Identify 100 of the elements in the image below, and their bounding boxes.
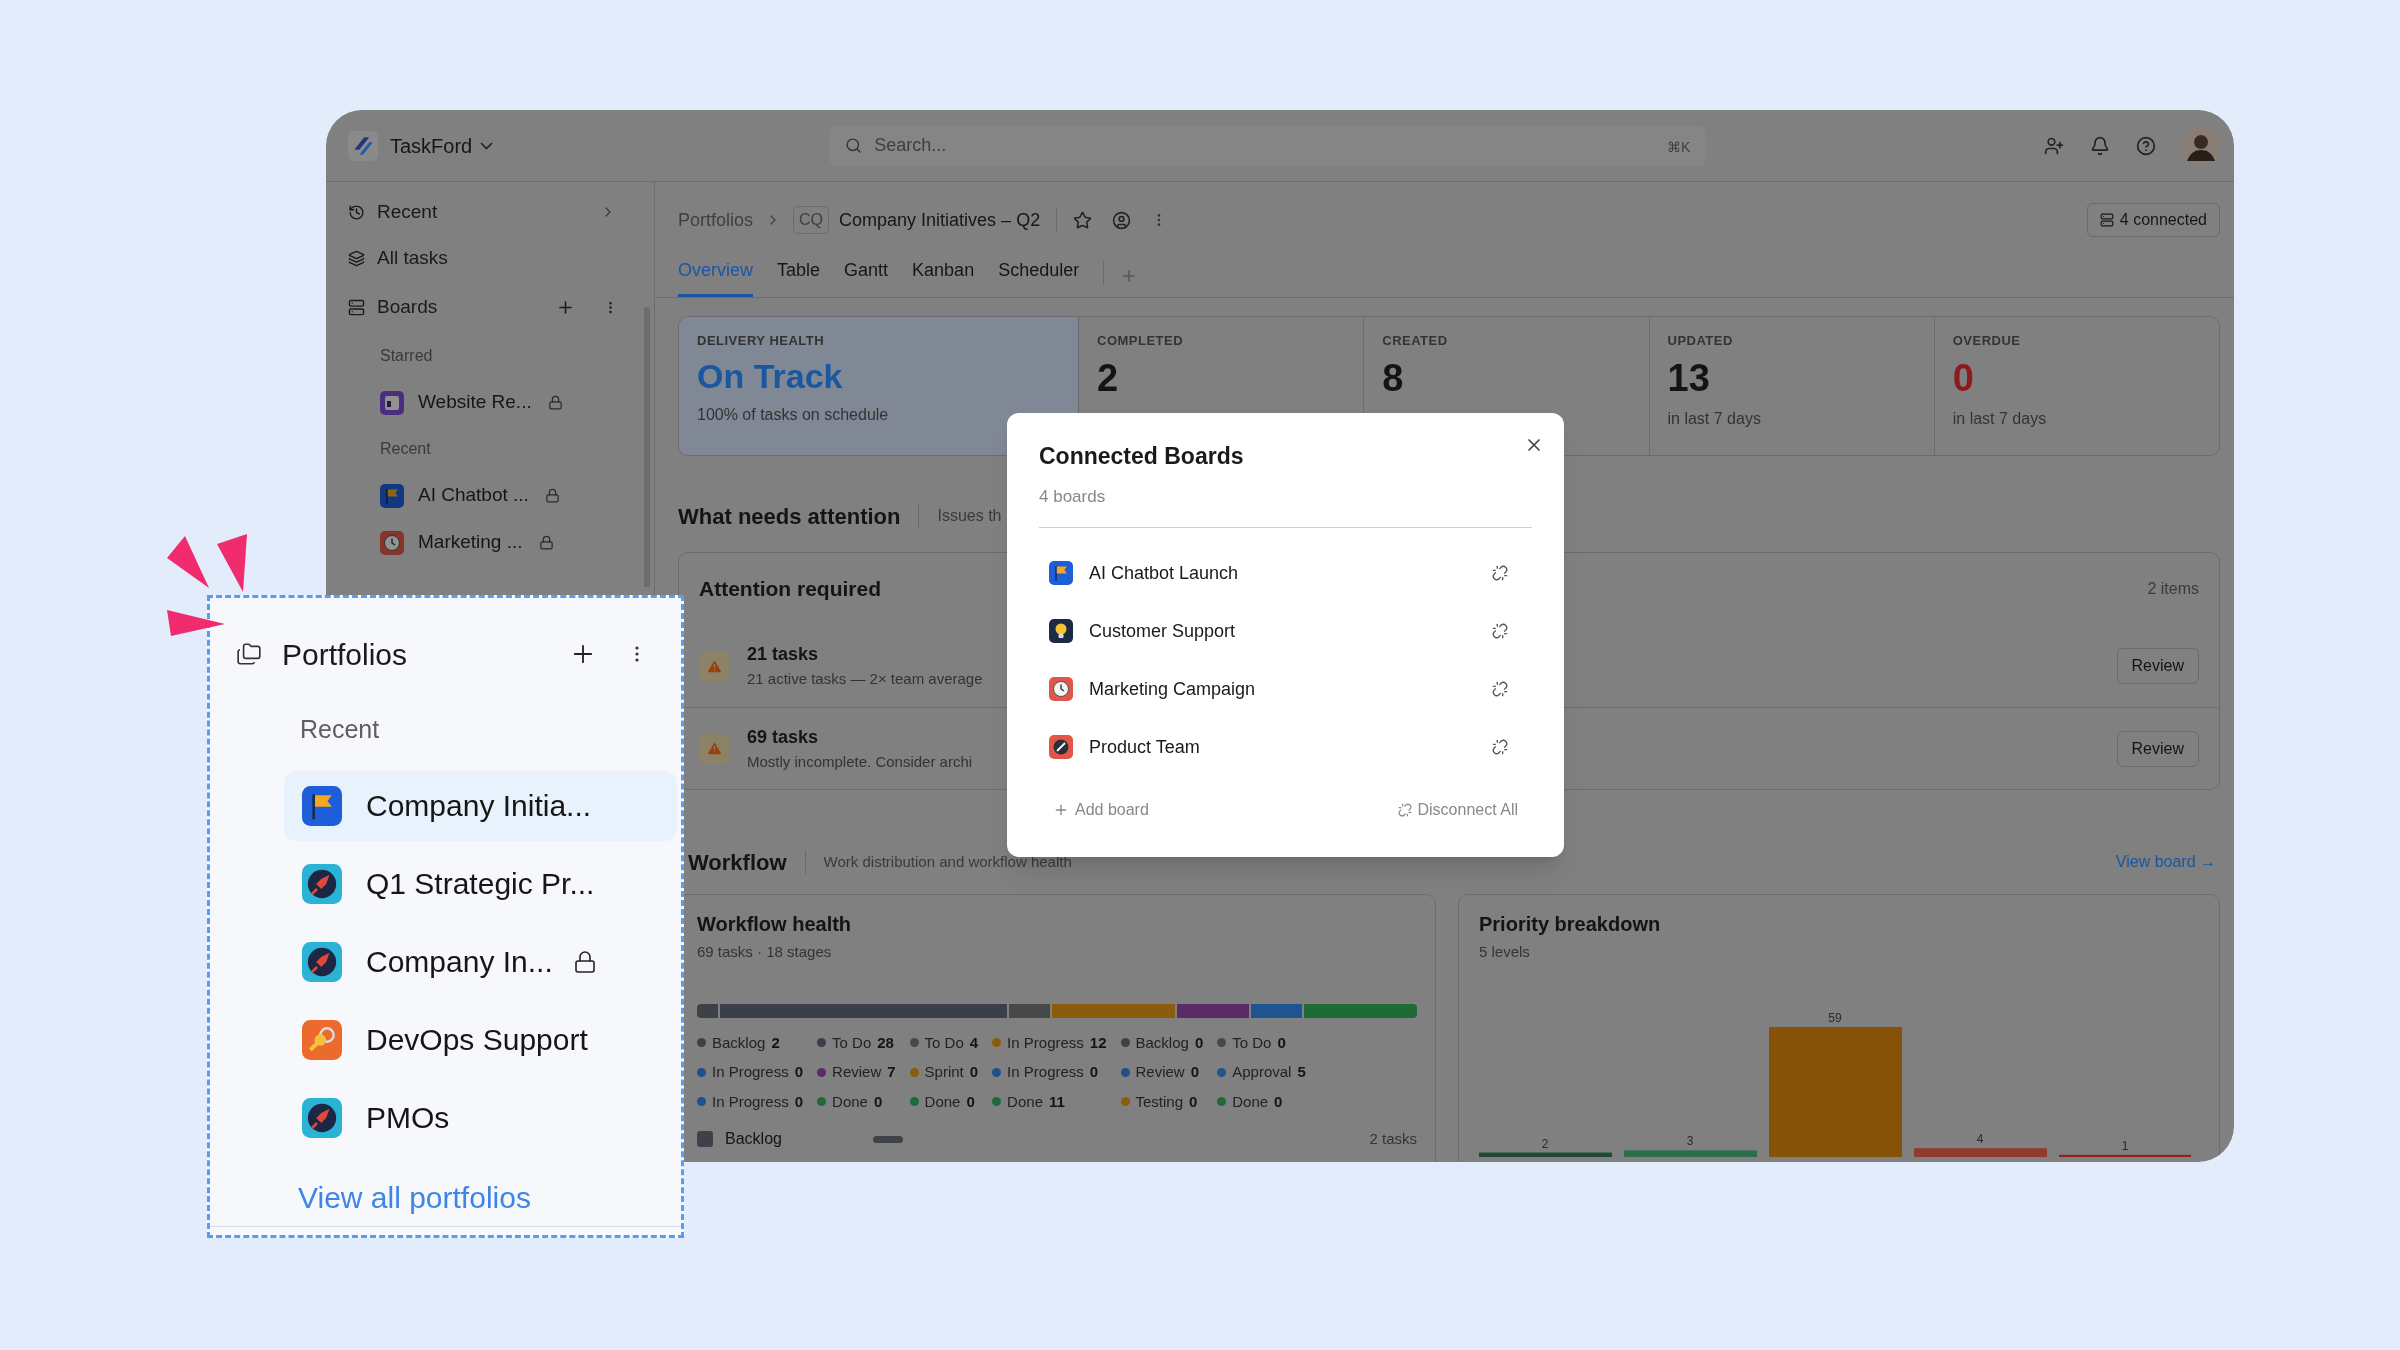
- legend-label: Approval: [1232, 1062, 1292, 1082]
- connected-board-item[interactable]: Marketing Campaign: [1039, 660, 1532, 718]
- boards-icon: [348, 298, 365, 316]
- flag-icon: [1049, 561, 1073, 585]
- section-subtitle: Work distribution and workflow health: [823, 851, 1073, 872]
- board-item[interactable]: AI Chatbot ...: [380, 472, 630, 519]
- more-icon: [635, 645, 639, 663]
- view-tab[interactable]: Table: [777, 257, 821, 297]
- workspace-name[interactable]: TaskFord: [390, 130, 473, 161]
- legend-label: Done: [1232, 1091, 1269, 1112]
- section-subtitle: Issues th: [937, 506, 1002, 526]
- view-all-portfolios-link[interactable]: View all portfolios: [298, 1174, 531, 1220]
- review-button[interactable]: Review: [2116, 648, 2199, 684]
- legend-count: 0: [873, 1091, 883, 1112]
- stat-note: 100% of tasks on schedule: [697, 404, 890, 425]
- stat-note: in last 7 days: [1667, 408, 1762, 429]
- disconnect-button[interactable]: [1492, 623, 1508, 639]
- window-icon: [380, 390, 404, 415]
- legend-count: 2: [771, 1032, 780, 1053]
- legend-count: 0: [794, 1062, 804, 1082]
- disconnect-button[interactable]: [1492, 739, 1508, 755]
- unlink-icon: [1492, 739, 1508, 755]
- portfolio-item[interactable]: Company In...: [284, 926, 677, 997]
- view-tab[interactable]: Gantt: [844, 257, 889, 297]
- user-circle-icon[interactable]: [1112, 210, 1132, 230]
- sidebar-item[interactable]: Recent: [348, 189, 630, 235]
- stat-label: COMPLETED: [1097, 332, 1185, 350]
- view-tab[interactable]: Scheduler: [998, 257, 1080, 297]
- view-tab[interactable]: Kanban: [912, 257, 975, 297]
- legend-count: 0: [1274, 1091, 1283, 1112]
- legend-count: 4: [969, 1032, 979, 1053]
- star-icon[interactable]: [1073, 210, 1093, 230]
- bar-value-label: 2: [1541, 1136, 1549, 1151]
- help-icon[interactable]: [2136, 135, 2156, 156]
- legend-count: 11: [1048, 1091, 1065, 1112]
- notifications-icon[interactable]: [2090, 135, 2110, 156]
- connected-button[interactable]: 4 connected: [2086, 203, 2220, 237]
- warning-icon: [699, 733, 729, 764]
- sidebar-item[interactable]: All tasks: [348, 235, 630, 281]
- logo-icon: [348, 130, 378, 161]
- group-label: Recent: [380, 439, 432, 459]
- search-icon: [845, 136, 863, 154]
- legend-label: Testing: [1135, 1091, 1184, 1112]
- item-count: 2 items: [2147, 579, 2199, 599]
- group-label: Starred: [380, 346, 434, 366]
- breadcrumb-link[interactable]: Portfolios: [678, 206, 754, 234]
- unlink-icon: [1492, 623, 1508, 639]
- unlink-icon: [1492, 681, 1508, 697]
- group-label: Backlog: [725, 1129, 783, 1149]
- disconnect-button[interactable]: [1492, 681, 1508, 697]
- avatar[interactable]: [2182, 126, 2220, 165]
- unlink-icon: [1492, 565, 1508, 581]
- legend-label: In Progress: [712, 1062, 789, 1082]
- panel-title: Portfolios: [282, 636, 409, 673]
- portfolio-item[interactable]: Company Initia...: [284, 770, 677, 841]
- legend-count: 5: [1297, 1062, 1306, 1082]
- legend-count: 0: [1089, 1062, 1099, 1082]
- section-title: What needs attention: [678, 502, 901, 531]
- connected-board-item[interactable]: Product Team: [1039, 718, 1532, 776]
- board-item[interactable]: Website Re...: [380, 379, 630, 426]
- legend-label: Backlog: [712, 1032, 766, 1053]
- stat-label: UPDATED: [1667, 332, 1734, 350]
- shortcut-hint: ⌘K: [1666, 137, 1691, 157]
- board-item[interactable]: Marketing ...: [380, 519, 630, 566]
- legend-label: Done: [924, 1091, 961, 1112]
- key-icon: [302, 1019, 342, 1060]
- legend-label: Done: [832, 1091, 868, 1112]
- legend-count: 0: [966, 1091, 975, 1112]
- review-button[interactable]: Review: [2116, 730, 2199, 767]
- card-title: Priority breakdown: [1479, 912, 1662, 937]
- legend-count: 0: [794, 1091, 804, 1112]
- group-swatch: [697, 1131, 713, 1147]
- flag-icon: [302, 785, 342, 826]
- connected-board-item[interactable]: Customer Support: [1039, 602, 1532, 660]
- legend-label: To Do: [832, 1032, 872, 1053]
- task-detail: Mostly incomplete. Consider archi: [747, 751, 973, 772]
- dial-icon: [1049, 735, 1073, 759]
- card-subtitle: 69 tasks · 18 stages: [697, 942, 833, 962]
- layers-icon: [348, 249, 365, 267]
- add-board-button[interactable]: Add board: [1053, 798, 1149, 822]
- task-detail: 21 active tasks — 2× team average: [747, 669, 983, 690]
- dialog-title: Connected Boards: [1039, 442, 1245, 471]
- stat-label: CREATED: [1382, 332, 1449, 350]
- lightbulb-icon: [1049, 619, 1073, 643]
- add-user-icon[interactable]: [2044, 135, 2064, 156]
- portfolio-item[interactable]: DevOps Support: [284, 1004, 677, 1075]
- warning-icon: [699, 651, 729, 681]
- legend-label: To Do: [1232, 1032, 1272, 1053]
- connected-board-item[interactable]: AI Chatbot Launch: [1039, 544, 1532, 602]
- clock-icon: [1049, 677, 1073, 701]
- portfolio-item[interactable]: PMOs: [284, 1082, 677, 1153]
- legend-label: Review: [832, 1062, 882, 1082]
- disconnect-all-button[interactable]: Disconnect All: [1397, 798, 1518, 822]
- boards-icon: [2099, 213, 2114, 227]
- legend-label: Review: [1135, 1062, 1185, 1082]
- disconnect-button[interactable]: [1492, 565, 1508, 581]
- stat-value: On Track: [697, 358, 844, 393]
- portfolio-item[interactable]: Q1 Strategic Pr...: [284, 848, 677, 919]
- flag-icon: [380, 483, 404, 508]
- rocket-icon: [302, 1097, 342, 1138]
